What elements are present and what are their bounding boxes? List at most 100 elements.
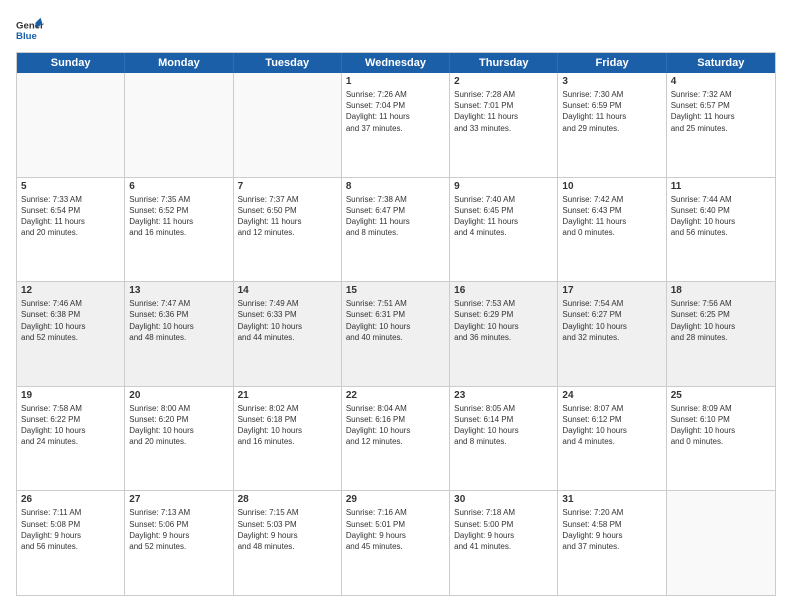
- day-number: 26: [21, 494, 120, 505]
- day-number: 1: [346, 76, 445, 87]
- header-day-saturday: Saturday: [667, 53, 775, 73]
- day-details: Sunrise: 7:35 AM Sunset: 6:52 PM Dayligh…: [129, 194, 228, 239]
- day-details: Sunrise: 7:28 AM Sunset: 7:01 PM Dayligh…: [454, 89, 553, 134]
- day-details: Sunrise: 7:13 AM Sunset: 5:06 PM Dayligh…: [129, 507, 228, 552]
- day-details: Sunrise: 7:26 AM Sunset: 7:04 PM Dayligh…: [346, 89, 445, 134]
- day-cell-3: 3 Sunrise: 7:30 AM Sunset: 6:59 PM Daylig…: [558, 73, 666, 177]
- day-number: 19: [21, 390, 120, 401]
- svg-text:Blue: Blue: [16, 31, 37, 42]
- day-cell-1: 1 Sunrise: 7:26 AM Sunset: 7:04 PM Daylig…: [342, 73, 450, 177]
- empty-cell: [667, 491, 775, 595]
- day-cell-30: 30Sunrise: 7:18 AM Sunset: 5:00 PM Dayli…: [450, 491, 558, 595]
- day-cell-15: 15 Sunrise: 7:51 AM Sunset: 6:31 PM Dayli…: [342, 282, 450, 386]
- day-cell-12: 12 Sunrise: 7:46 AM Sunset: 6:38 PM Dayli…: [17, 282, 125, 386]
- day-details: Sunrise: 7:42 AM Sunset: 6:43 PM Dayligh…: [562, 194, 661, 239]
- calendar-row-2: 12 Sunrise: 7:46 AM Sunset: 6:38 PM Dayli…: [17, 282, 775, 387]
- day-number: 5: [21, 181, 120, 192]
- calendar-body: 1 Sunrise: 7:26 AM Sunset: 7:04 PM Daylig…: [17, 73, 775, 595]
- header-day-wednesday: Wednesday: [342, 53, 450, 73]
- day-details: Sunrise: 7:56 AM Sunset: 6:25 PM Dayligh…: [671, 298, 771, 343]
- day-details: Sunrise: 7:15 AM Sunset: 5:03 PM Dayligh…: [238, 507, 337, 552]
- calendar-row-3: 19 Sunrise: 7:58 AM Sunset: 6:22 PM Dayli…: [17, 387, 775, 492]
- day-cell-13: 13 Sunrise: 7:47 AM Sunset: 6:36 PM Dayli…: [125, 282, 233, 386]
- day-details: Sunrise: 7:30 AM Sunset: 6:59 PM Dayligh…: [562, 89, 661, 134]
- logo-icon: General Blue: [16, 16, 44, 44]
- day-number: 3: [562, 76, 661, 87]
- page: General Blue SundayMondayTuesdayWednesda…: [0, 0, 792, 612]
- header: General Blue: [16, 16, 776, 44]
- day-number: 23: [454, 390, 553, 401]
- day-number: 31: [562, 494, 661, 505]
- calendar: SundayMondayTuesdayWednesdayThursdayFrid…: [16, 52, 776, 596]
- empty-cell: [17, 73, 125, 177]
- day-details: Sunrise: 7:46 AM Sunset: 6:38 PM Dayligh…: [21, 298, 120, 343]
- day-cell-25: 25 Sunrise: 8:09 AM Sunset: 6:10 PM Dayli…: [667, 387, 775, 491]
- day-number: 9: [454, 181, 553, 192]
- day-number: 6: [129, 181, 228, 192]
- logo: General Blue: [16, 16, 44, 44]
- day-details: Sunrise: 7:33 AM Sunset: 6:54 PM Dayligh…: [21, 194, 120, 239]
- day-number: 28: [238, 494, 337, 505]
- day-details: Sunrise: 7:37 AM Sunset: 6:50 PM Dayligh…: [238, 194, 337, 239]
- day-cell-29: 29 Sunrise: 7:16 AM Sunset: 5:01 PM Dayli…: [342, 491, 450, 595]
- day-cell-19: 19 Sunrise: 7:58 AM Sunset: 6:22 PM Dayli…: [17, 387, 125, 491]
- day-number: 14: [238, 285, 337, 296]
- day-cell-20: 20Sunrise: 8:00 AM Sunset: 6:20 PM Dayli…: [125, 387, 233, 491]
- empty-cell: [234, 73, 342, 177]
- day-cell-7: 7 Sunrise: 7:37 AM Sunset: 6:50 PM Daylig…: [234, 178, 342, 282]
- day-cell-5: 5 Sunrise: 7:33 AM Sunset: 6:54 PM Daylig…: [17, 178, 125, 282]
- header-day-sunday: Sunday: [17, 53, 125, 73]
- calendar-row-4: 26 Sunrise: 7:11 AM Sunset: 5:08 PM Dayli…: [17, 491, 775, 595]
- day-number: 29: [346, 494, 445, 505]
- day-number: 15: [346, 285, 445, 296]
- day-details: Sunrise: 8:00 AM Sunset: 6:20 PM Dayligh…: [129, 403, 228, 448]
- day-details: Sunrise: 7:51 AM Sunset: 6:31 PM Dayligh…: [346, 298, 445, 343]
- day-details: Sunrise: 7:18 AM Sunset: 5:00 PM Dayligh…: [454, 507, 553, 552]
- day-details: Sunrise: 7:49 AM Sunset: 6:33 PM Dayligh…: [238, 298, 337, 343]
- day-number: 25: [671, 390, 771, 401]
- day-details: Sunrise: 7:54 AM Sunset: 6:27 PM Dayligh…: [562, 298, 661, 343]
- day-cell-10: 10 Sunrise: 7:42 AM Sunset: 6:43 PM Dayli…: [558, 178, 666, 282]
- day-number: 13: [129, 285, 228, 296]
- day-cell-2: 2 Sunrise: 7:28 AM Sunset: 7:01 PM Daylig…: [450, 73, 558, 177]
- day-number: 4: [671, 76, 771, 87]
- day-cell-11: 11 Sunrise: 7:44 AM Sunset: 6:40 PM Dayli…: [667, 178, 775, 282]
- day-details: Sunrise: 7:11 AM Sunset: 5:08 PM Dayligh…: [21, 507, 120, 552]
- day-cell-8: 8Sunrise: 7:38 AM Sunset: 6:47 PM Daylig…: [342, 178, 450, 282]
- calendar-row-0: 1 Sunrise: 7:26 AM Sunset: 7:04 PM Daylig…: [17, 73, 775, 178]
- day-details: Sunrise: 8:02 AM Sunset: 6:18 PM Dayligh…: [238, 403, 337, 448]
- day-details: Sunrise: 7:47 AM Sunset: 6:36 PM Dayligh…: [129, 298, 228, 343]
- day-number: 7: [238, 181, 337, 192]
- day-details: Sunrise: 8:09 AM Sunset: 6:10 PM Dayligh…: [671, 403, 771, 448]
- day-details: Sunrise: 8:05 AM Sunset: 6:14 PM Dayligh…: [454, 403, 553, 448]
- day-number: 22: [346, 390, 445, 401]
- day-cell-31: 31 Sunrise: 7:20 AM Sunset: 4:58 PM Dayli…: [558, 491, 666, 595]
- day-details: Sunrise: 7:16 AM Sunset: 5:01 PM Dayligh…: [346, 507, 445, 552]
- day-details: Sunrise: 7:44 AM Sunset: 6:40 PM Dayligh…: [671, 194, 771, 239]
- day-details: Sunrise: 7:20 AM Sunset: 4:58 PM Dayligh…: [562, 507, 661, 552]
- day-details: Sunrise: 7:32 AM Sunset: 6:57 PM Dayligh…: [671, 89, 771, 134]
- day-cell-28: 28 Sunrise: 7:15 AM Sunset: 5:03 PM Dayli…: [234, 491, 342, 595]
- day-number: 2: [454, 76, 553, 87]
- day-number: 10: [562, 181, 661, 192]
- day-number: 16: [454, 285, 553, 296]
- day-number: 21: [238, 390, 337, 401]
- day-cell-17: 17Sunrise: 7:54 AM Sunset: 6:27 PM Dayli…: [558, 282, 666, 386]
- day-cell-21: 21 Sunrise: 8:02 AM Sunset: 6:18 PM Dayli…: [234, 387, 342, 491]
- header-day-monday: Monday: [125, 53, 233, 73]
- day-cell-16: 16Sunrise: 7:53 AM Sunset: 6:29 PM Dayli…: [450, 282, 558, 386]
- header-day-thursday: Thursday: [450, 53, 558, 73]
- header-day-friday: Friday: [558, 53, 666, 73]
- day-cell-26: 26 Sunrise: 7:11 AM Sunset: 5:08 PM Dayli…: [17, 491, 125, 595]
- day-number: 8: [346, 181, 445, 192]
- day-number: 27: [129, 494, 228, 505]
- day-number: 18: [671, 285, 771, 296]
- day-number: 12: [21, 285, 120, 296]
- day-details: Sunrise: 8:07 AM Sunset: 6:12 PM Dayligh…: [562, 403, 661, 448]
- calendar-header: SundayMondayTuesdayWednesdayThursdayFrid…: [17, 53, 775, 73]
- header-day-tuesday: Tuesday: [234, 53, 342, 73]
- calendar-row-1: 5 Sunrise: 7:33 AM Sunset: 6:54 PM Daylig…: [17, 178, 775, 283]
- day-number: 11: [671, 181, 771, 192]
- empty-cell: [125, 73, 233, 177]
- day-details: Sunrise: 7:58 AM Sunset: 6:22 PM Dayligh…: [21, 403, 120, 448]
